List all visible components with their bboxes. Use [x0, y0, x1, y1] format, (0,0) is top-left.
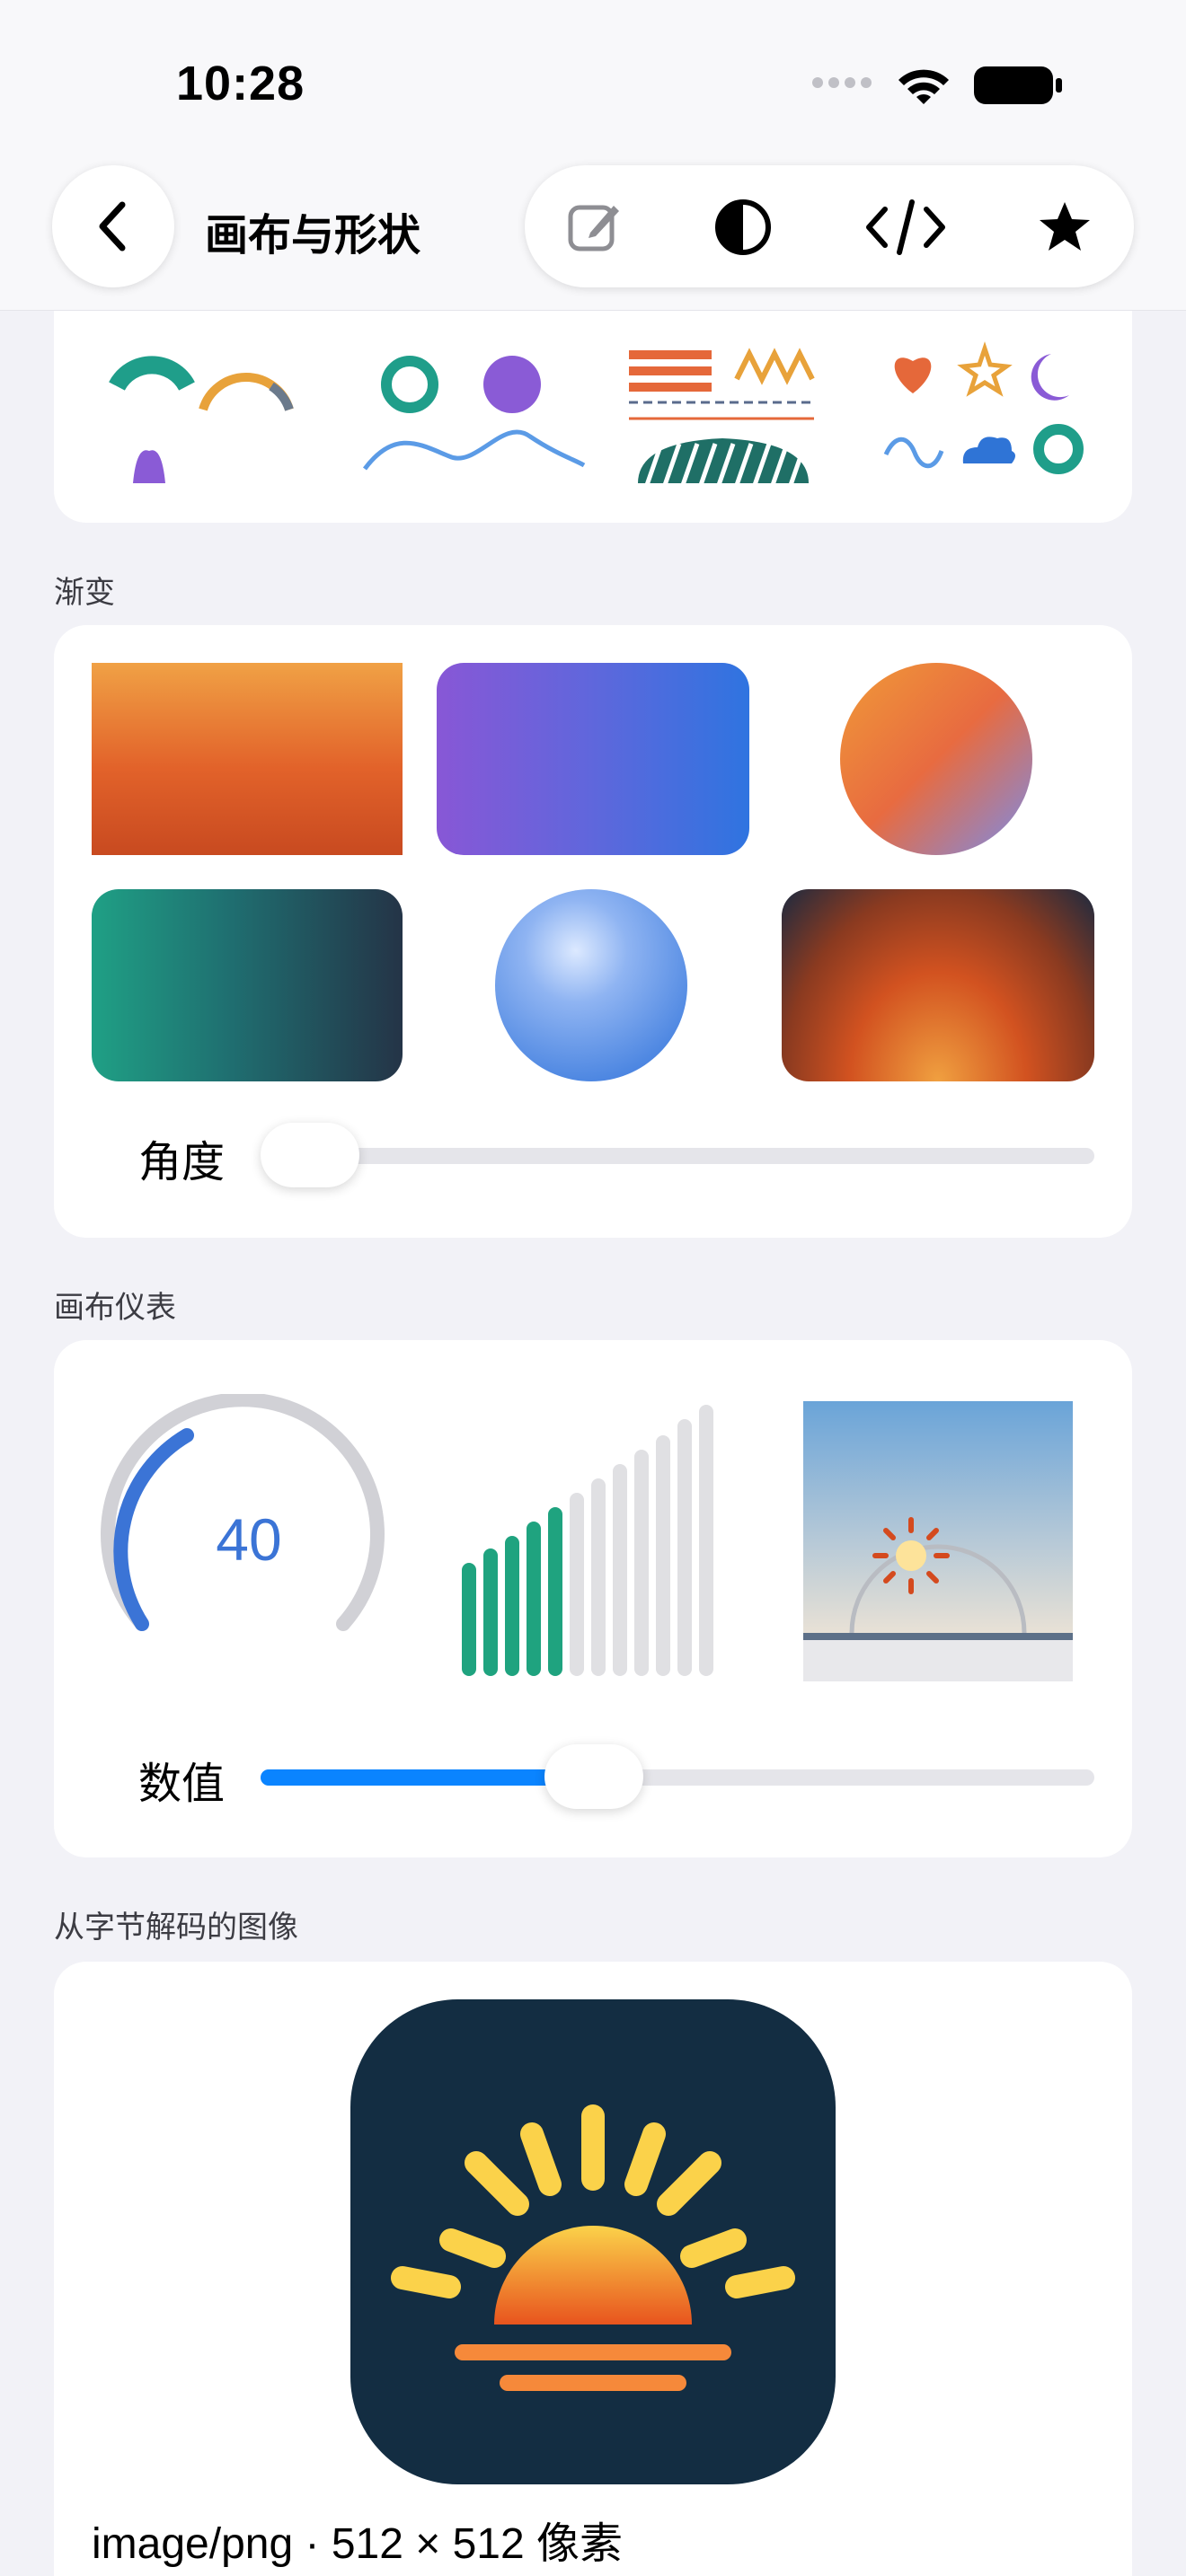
bar-meter — [462, 1405, 713, 1676]
shapes-canvas — [109, 341, 1084, 486]
gradients-card: 角度 — [54, 625, 1132, 1238]
section-label-gradients: 渐变 — [54, 576, 115, 610]
page-title: 画布与形状 — [205, 212, 421, 260]
value-label: 数值 — [138, 1760, 226, 1808]
angle-slider-thumb[interactable] — [261, 1123, 359, 1187]
value-slider-thumb[interactable] — [544, 1744, 643, 1809]
circle-gradient-swatch — [840, 663, 1032, 855]
star-icon — [1040, 202, 1090, 251]
shapes-card — [54, 311, 1132, 523]
decoded-image-card: image/png · 512 × 512 像素 — [54, 1962, 1132, 2576]
back-button[interactable] — [52, 165, 174, 287]
section-label-gauges: 画布仪表 — [54, 1291, 176, 1325]
teal-gradient-swatch — [92, 889, 403, 1081]
ring-gauge-value: 40 — [216, 1506, 282, 1573]
angle-label: 角度 — [138, 1139, 226, 1187]
code-button[interactable] — [861, 196, 951, 259]
navigation-header: 10:28 画布与形状 — [0, 0, 1186, 311]
radial-gradient-swatch — [782, 889, 1094, 1081]
favorite-button[interactable] — [1033, 196, 1096, 259]
cellular-signal-icon — [812, 77, 872, 88]
gauges-card: 40 数值 — [54, 1340, 1132, 1857]
sunrise-app-icon — [350, 1999, 836, 2484]
edit-icon — [568, 205, 619, 251]
linear-gradient-swatch — [92, 663, 403, 855]
status-time: 10:28 — [176, 57, 305, 110]
rounded-gradient-swatch — [437, 663, 749, 855]
toolbar — [525, 165, 1134, 287]
sphere-gradient-swatch — [495, 889, 687, 1081]
contrast-button[interactable] — [712, 196, 774, 259]
wifi-icon — [898, 69, 949, 104]
edit-button[interactable] — [562, 196, 625, 259]
image-caption: image/png · 512 × 512 像素 — [92, 2520, 624, 2568]
contrast-icon — [715, 199, 771, 255]
angle-slider-track[interactable] — [261, 1148, 1094, 1164]
code-icon — [866, 199, 945, 255]
section-label-decoded-image: 从字节解码的图像 — [54, 1910, 298, 1945]
battery-icon — [974, 66, 1062, 104]
sun-position-scene — [803, 1401, 1073, 1681]
chevron-left-icon — [99, 201, 126, 251]
